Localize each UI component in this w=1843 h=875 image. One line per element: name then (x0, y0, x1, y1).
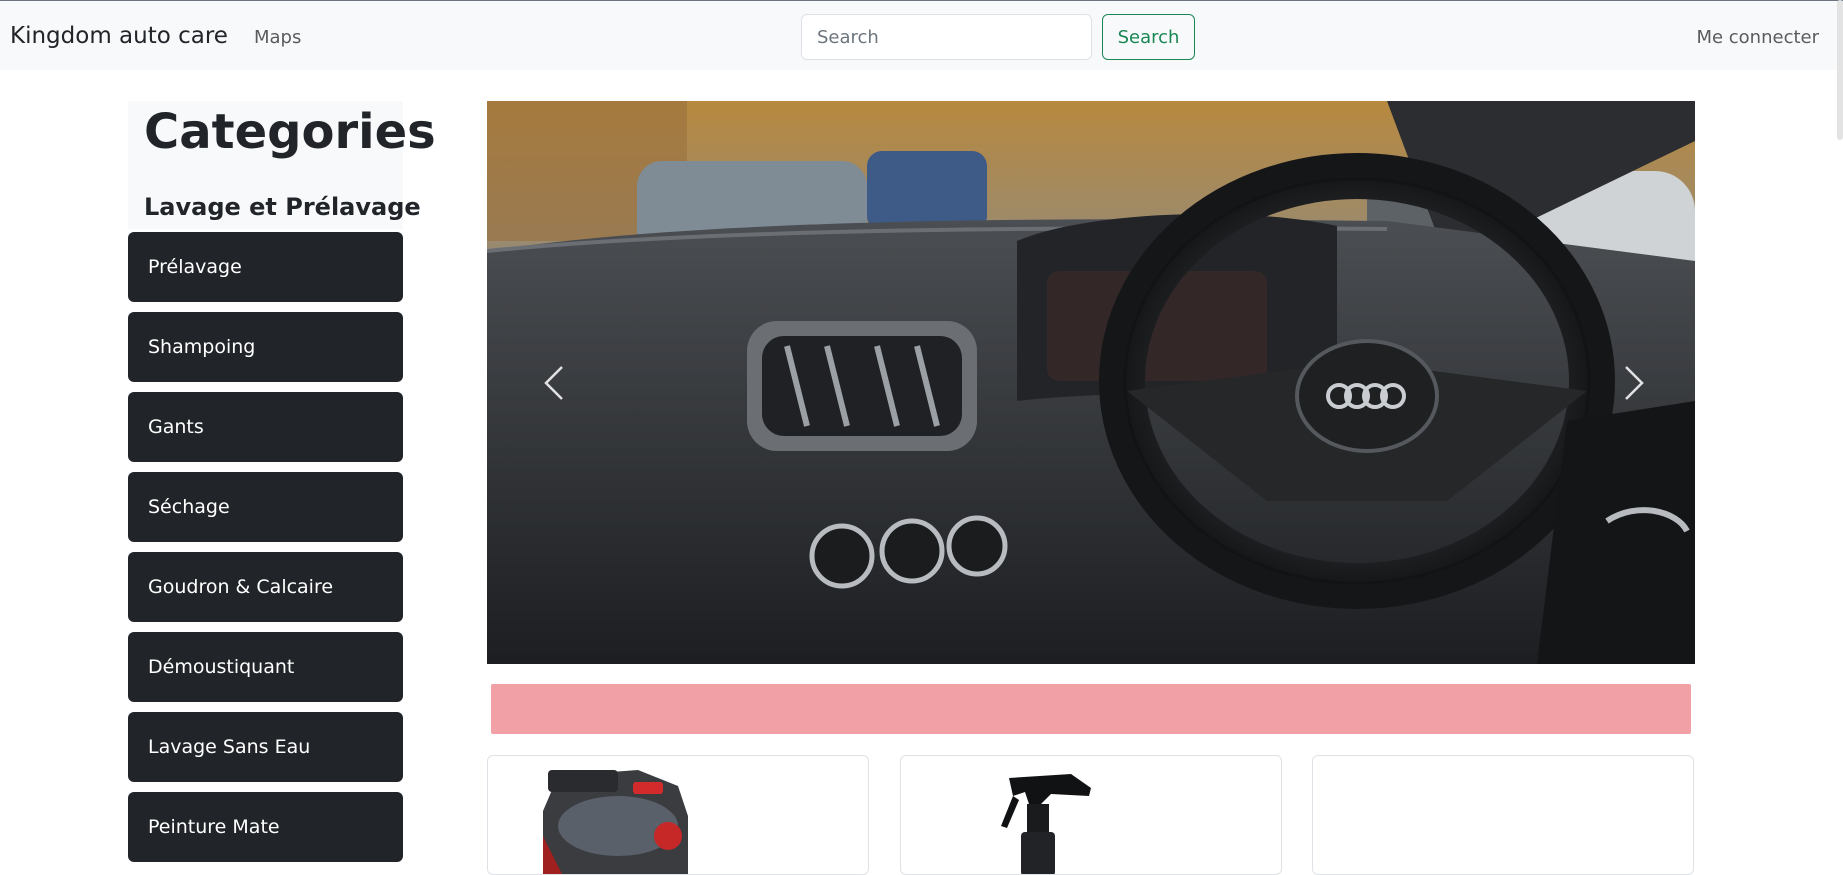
category-label: Lavage Sans Eau (148, 736, 311, 758)
search-input[interactable] (801, 14, 1092, 60)
category-button-demoustiquant[interactable]: Démoustiquant (128, 632, 403, 702)
category-label: Démoustiquant (148, 656, 295, 678)
brand-logo-link[interactable]: Kingdom auto care (10, 23, 228, 49)
sidebar-subtitle: Lavage et Prélavage (144, 193, 421, 221)
top-navbar: Kingdom auto care Maps Search Me connect… (0, 0, 1843, 70)
category-label: Gants (148, 416, 204, 438)
category-label: Shampoing (148, 336, 256, 358)
category-label: Peinture Mate (148, 816, 280, 838)
alert-banner (491, 684, 1691, 734)
sidebar-title: Categories (144, 104, 436, 160)
category-button-prelavage[interactable]: Prélavage (128, 232, 403, 302)
category-label: Séchage (148, 496, 230, 518)
category-button-shampoing[interactable]: Shampoing (128, 312, 403, 382)
product-card[interactable] (900, 755, 1282, 875)
product-card[interactable] (487, 755, 869, 875)
page-scrollbar[interactable] (1837, 0, 1843, 140)
category-button-goudron-calcaire[interactable]: Goudron & Calcaire (128, 552, 403, 622)
product-card[interactable] (1312, 755, 1694, 875)
category-label: Goudron & Calcaire (148, 576, 334, 598)
vacuum-cleaner-product-image (543, 770, 688, 874)
category-list: Prélavage Shampoing Gants Séchage Goudro… (128, 232, 403, 872)
search-button[interactable]: Search (1102, 14, 1195, 60)
car-interior-image (487, 101, 1695, 664)
login-link[interactable]: Me connecter (1696, 27, 1819, 48)
category-button-gants[interactable]: Gants (128, 392, 403, 462)
carousel-next-button[interactable] (1574, 101, 1694, 664)
category-button-sechage[interactable]: Séchage (128, 472, 403, 542)
category-button-lavage-sans-eau[interactable]: Lavage Sans Eau (128, 712, 403, 782)
category-button-peinture-mate[interactable]: Peinture Mate (128, 792, 403, 862)
spray-bottle-product-image (1001, 774, 1091, 874)
maps-link[interactable]: Maps (254, 27, 301, 48)
carousel-prev-button[interactable] (494, 101, 614, 664)
hero-carousel (487, 101, 1695, 664)
chevron-right-icon (1625, 365, 1644, 400)
chevron-left-icon (544, 365, 563, 400)
category-label: Prélavage (148, 256, 242, 278)
